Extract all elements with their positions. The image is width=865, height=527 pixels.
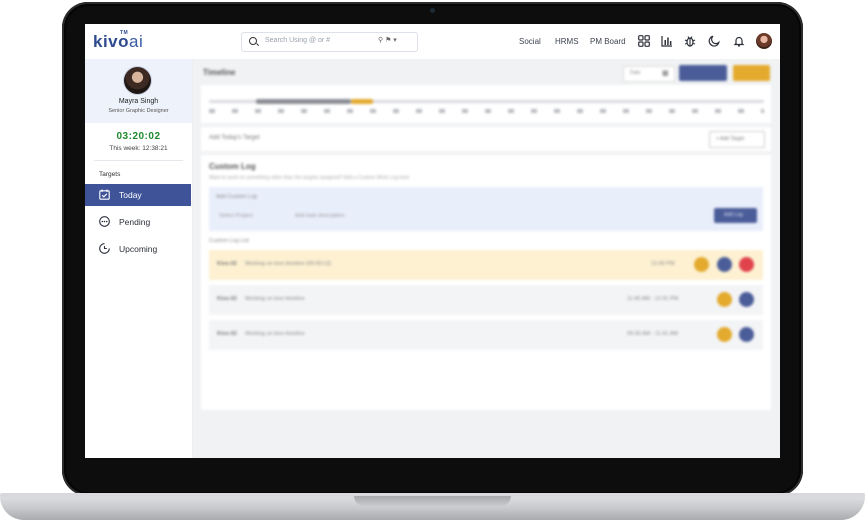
log-time: 09:30 AM - 11:41 AM <box>627 331 678 337</box>
search-bar[interactable]: Search Using @ or # ⚲ ⚑ ▾ <box>241 32 418 52</box>
screen: kivoai TM Search Using @ or # ⚲ ⚑ ▾ Soci… <box>85 24 780 458</box>
page-title: Timeline <box>203 68 236 77</box>
comment-icon[interactable] <box>717 327 732 342</box>
nav-pm-board[interactable]: PM Board <box>590 37 626 46</box>
targets-section-label: Targets <box>99 171 121 178</box>
add-target-button-label: + Add Target <box>716 136 745 142</box>
add-target-row: Add Today's Target + Add Target <box>201 127 771 151</box>
sidebar: Mayra Singh Senior Graphic Designer 03:2… <box>85 59 193 458</box>
timeline-current-segment <box>351 99 373 104</box>
sidebar-item-label: Pending <box>119 217 151 227</box>
sidebar-item-pending[interactable]: Pending <box>85 211 191 233</box>
add-target-label: Add Today's Target <box>209 135 260 141</box>
main-content: Timeline Date ▦ Add Today's Target + Add… <box>193 59 780 458</box>
custom-log-panel: Custom Log Want to work on something oth… <box>201 155 771 410</box>
stop-icon[interactable] <box>739 257 754 272</box>
report-button[interactable] <box>679 65 727 81</box>
add-custom-log-form: Add Custom Log Select Project Add task d… <box>209 187 763 231</box>
bar-chart-icon[interactable] <box>660 34 674 48</box>
log-code: Kivo-02 <box>217 261 237 267</box>
log-text: Working on kivo timeline <box>245 331 305 337</box>
apps-grid-icon[interactable] <box>637 34 651 48</box>
add-target-button[interactable]: + Add Target <box>709 131 765 148</box>
date-select-value: Date <box>630 70 641 76</box>
sidebar-item-upcoming[interactable]: Upcoming <box>85 238 191 260</box>
edit-icon[interactable] <box>739 292 754 307</box>
sidebar-item-label: Upcoming <box>119 244 158 254</box>
calendar-check-icon <box>99 189 110 200</box>
custom-log-subtitle: Want to work on something other than the… <box>209 175 410 181</box>
log-text: Working on kivo timeline (00:09:13) <box>245 261 332 267</box>
timeline-panel <box>201 85 771 123</box>
log-row[interactable]: Kivo-02 Working on kivo timeline 11:45 A… <box>209 285 763 315</box>
date-select[interactable]: Date ▦ <box>623 66 675 82</box>
add-log-button[interactable]: Add Log <box>714 208 757 223</box>
timeline-tick-labels <box>209 109 764 113</box>
week-total: This week: 12:38:21 <box>109 145 168 152</box>
kivo-logo[interactable]: kivoai TM <box>93 30 144 52</box>
add-log-button-label: Add Log <box>724 212 743 218</box>
logo-tm: TM <box>120 30 129 36</box>
divider <box>94 160 183 161</box>
clock-icon <box>99 243 110 254</box>
edit-icon[interactable] <box>717 257 732 272</box>
avatar[interactable] <box>124 67 151 94</box>
user-avatar-header[interactable] <box>756 33 772 49</box>
logo-ai-text: ai <box>129 32 144 51</box>
timeline-worked-segment <box>256 99 351 104</box>
add-custom-log-label: Add Custom Log <box>216 194 257 200</box>
custom-log-list-label: Custom Log List <box>209 238 249 244</box>
export-button[interactable] <box>733 65 770 81</box>
blurred-panel: Timeline Date ▦ Add Today's Target + Add… <box>193 59 780 458</box>
pending-dots-icon <box>99 216 110 227</box>
sidebar-item-label: Today <box>119 190 142 200</box>
task-description-input[interactable]: Add task description <box>295 213 345 219</box>
nav-social[interactable]: Social <box>519 37 541 46</box>
log-code: Kivo-02 <box>217 331 237 337</box>
calendar-icon: ▦ <box>662 70 669 77</box>
log-row[interactable]: Kivo-02 Working on kivo timeline (00:09:… <box>209 250 763 280</box>
log-time: 11:45 AM - 12:41 PM <box>627 296 679 302</box>
log-code: Kivo-02 <box>217 296 237 302</box>
user-name: Mayra Singh <box>118 98 159 105</box>
today-timer: 03:20:02 <box>116 131 161 142</box>
log-time: 12:45 PM <box>651 261 675 267</box>
camera <box>430 8 435 13</box>
search-input[interactable]: Search Using @ or # <box>265 37 330 44</box>
custom-log-title: Custom Log <box>209 162 256 171</box>
log-row[interactable]: Kivo-02 Working on kivo timeline 09:30 A… <box>209 320 763 350</box>
dark-mode-moon-icon[interactable] <box>707 34 721 48</box>
user-role: Senior Graphic Designer <box>108 108 169 114</box>
comment-icon[interactable] <box>717 292 732 307</box>
project-select[interactable]: Select Project <box>219 213 253 219</box>
bell-icon[interactable] <box>732 34 746 48</box>
search-filter-icons[interactable]: ⚲ ⚑ ▾ <box>378 36 397 44</box>
top-header: kivoai TM Search Using @ or # ⚲ ⚑ ▾ Soci… <box>85 24 780 60</box>
comment-icon[interactable] <box>694 257 709 272</box>
search-icon <box>249 37 257 45</box>
laptop-notch <box>354 496 511 506</box>
log-text: Working on kivo timeline <box>245 296 305 302</box>
edit-icon[interactable] <box>739 327 754 342</box>
nav-hrms[interactable]: HRMS <box>555 37 579 46</box>
bug-icon[interactable] <box>683 34 697 48</box>
sidebar-item-today[interactable]: Today <box>85 184 191 206</box>
